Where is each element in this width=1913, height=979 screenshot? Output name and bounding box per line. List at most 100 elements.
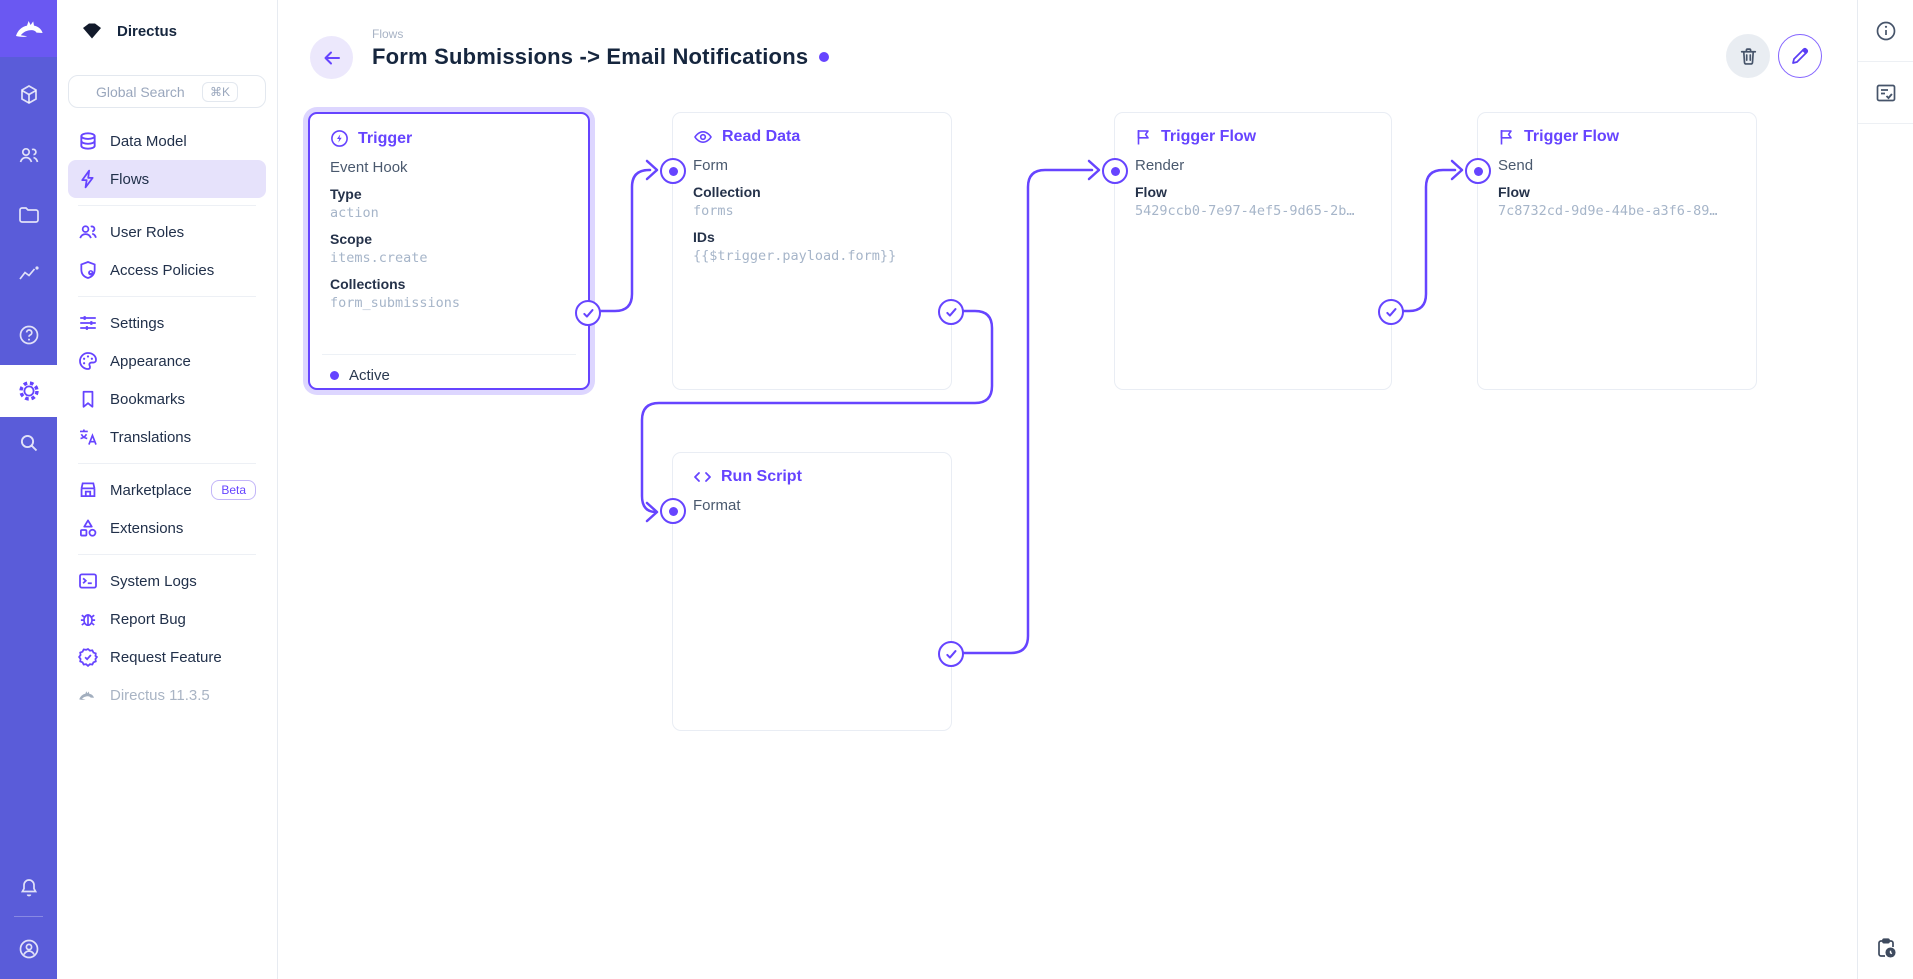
sidebar: Directus ⌘K Data Model Flows User Roles <box>57 0 278 979</box>
module-users-button[interactable] <box>0 125 57 185</box>
field-label: IDs <box>673 219 951 245</box>
input-connector[interactable] <box>660 498 686 524</box>
flow-node-trigger-flow-send[interactable]: Trigger Flow Send Flow 7c8732cd-9d9e-44b… <box>1477 112 1757 390</box>
project-header[interactable]: Directus <box>57 0 277 62</box>
project-name: Directus <box>117 23 177 40</box>
clipboard-clock-icon <box>1874 936 1898 960</box>
field-value: 7c8732cd-9d9e-44be-a3f6-89… <box>1478 200 1756 219</box>
directus-logo[interactable] <box>0 0 57 57</box>
search-input[interactable] <box>96 84 192 100</box>
user-avatar-button[interactable] <box>0 919 57 979</box>
sidebar-item-appearance[interactable]: Appearance <box>68 342 266 380</box>
info-panel-button[interactable] <box>1858 0 1913 62</box>
node-type-header: Read Data <box>673 113 951 146</box>
status-label: Active <box>349 367 390 384</box>
node-name: Form <box>673 146 951 174</box>
wire-script-to-render <box>952 170 1092 653</box>
check-icon <box>945 306 958 319</box>
sidebar-item-settings[interactable]: Settings <box>68 304 266 342</box>
storefront-icon <box>78 480 98 500</box>
node-type-header: Trigger Flow <box>1115 113 1391 146</box>
field-label: Collections <box>310 266 588 292</box>
output-connector[interactable] <box>575 300 601 326</box>
flag-icon <box>1498 128 1515 146</box>
module-content-button[interactable] <box>0 65 57 125</box>
wire-arrowhead <box>647 161 657 179</box>
module-insights-button[interactable] <box>0 245 57 305</box>
module-files-button[interactable] <box>0 185 57 245</box>
nav-divider <box>78 296 256 297</box>
arrow-left-icon <box>321 47 343 69</box>
unsaved-indicator-dot <box>819 52 829 62</box>
flow-node-run-script[interactable]: Run Script Format <box>672 452 952 731</box>
nav-divider <box>78 205 256 206</box>
output-connector[interactable] <box>938 299 964 325</box>
field-value: {{$trigger.payload.form}} <box>673 245 951 264</box>
trigger-bolt-circle-icon <box>330 129 349 148</box>
sidebar-item-report-bug[interactable]: Report Bug <box>68 600 266 638</box>
input-connector[interactable] <box>1102 158 1128 184</box>
wire-render-to-send <box>1392 170 1455 311</box>
node-type-header: Trigger Flow <box>1478 113 1756 146</box>
delete-flow-button[interactable] <box>1726 34 1770 78</box>
sidebar-item-extensions[interactable]: Extensions <box>68 509 266 547</box>
output-connector[interactable] <box>1378 299 1404 325</box>
notifications-button[interactable] <box>0 862 57 914</box>
gear-icon <box>16 378 42 404</box>
input-connector[interactable] <box>660 158 686 184</box>
connector-dot <box>669 167 678 176</box>
palette-icon <box>78 351 98 371</box>
trigger-status: Active <box>330 367 390 384</box>
connector-dot <box>669 507 678 516</box>
connector-dot <box>1474 167 1483 176</box>
module-search-button[interactable] <box>0 417 57 469</box>
check-icon <box>582 307 595 320</box>
input-connector[interactable] <box>1465 158 1491 184</box>
module-settings-button[interactable] <box>0 365 57 417</box>
sidebar-item-access-policies[interactable]: Access Policies <box>68 251 266 289</box>
output-connector[interactable] <box>938 641 964 667</box>
sidebar-item-marketplace[interactable]: Marketplace Beta <box>68 471 266 509</box>
notices-panel-button[interactable] <box>1858 62 1913 124</box>
shield-lock-icon <box>78 260 98 280</box>
sidebar-item-data-model[interactable]: Data Model <box>68 122 266 160</box>
rabbit-icon <box>13 13 45 45</box>
node-name: Event Hook <box>310 148 588 176</box>
field-label: Flow <box>1115 174 1391 200</box>
check-icon <box>1385 306 1398 319</box>
rosette-check-icon <box>78 647 98 667</box>
field-value: forms <box>673 200 951 219</box>
field-value: action <box>310 202 588 221</box>
rabbit-gray-icon <box>78 685 98 705</box>
field-value: 5429ccb0-7e97-4ef5-9d65-2b… <box>1115 200 1391 219</box>
field-value: items.create <box>310 247 588 266</box>
nav-divider <box>78 554 256 555</box>
node-name: Format <box>673 486 951 514</box>
search-shortcut-badge: ⌘K <box>202 82 238 102</box>
sidebar-item-request-feature[interactable]: Request Feature <box>68 638 266 676</box>
terminal-icon <box>78 571 98 591</box>
node-divider <box>322 354 576 355</box>
flow-node-trigger-flow-render[interactable]: Trigger Flow Render Flow 5429ccb0-7e97-4… <box>1114 112 1392 390</box>
node-type-header: Trigger <box>310 114 588 148</box>
code-icon <box>693 469 712 485</box>
wire-arrowhead <box>1452 161 1462 179</box>
global-search[interactable]: ⌘K <box>68 75 266 108</box>
sidebar-item-system-logs[interactable]: System Logs <box>68 562 266 600</box>
back-button[interactable] <box>310 36 353 79</box>
edit-flow-button[interactable] <box>1778 34 1822 78</box>
wire-arrowhead <box>647 503 657 521</box>
sidebar-item-bookmarks[interactable]: Bookmarks <box>68 380 266 418</box>
sidebar-item-translations[interactable]: Translations <box>68 418 266 456</box>
revisions-panel-button[interactable] <box>1858 917 1913 979</box>
field-value: form_submissions <box>310 292 588 311</box>
project-logo-icon <box>80 19 104 43</box>
flow-node-trigger[interactable]: Trigger Event Hook Type action Scope ite… <box>308 112 590 390</box>
sidebar-item-user-roles[interactable]: User Roles <box>68 213 266 251</box>
sidebar-item-flows[interactable]: Flows <box>68 160 266 198</box>
module-help-button[interactable] <box>0 305 57 365</box>
status-dot <box>330 371 339 380</box>
breadcrumb[interactable]: Flows <box>372 27 403 41</box>
search-icon <box>17 431 41 455</box>
flow-node-read-data[interactable]: Read Data Form Collection forms IDs {{$t… <box>672 112 952 390</box>
